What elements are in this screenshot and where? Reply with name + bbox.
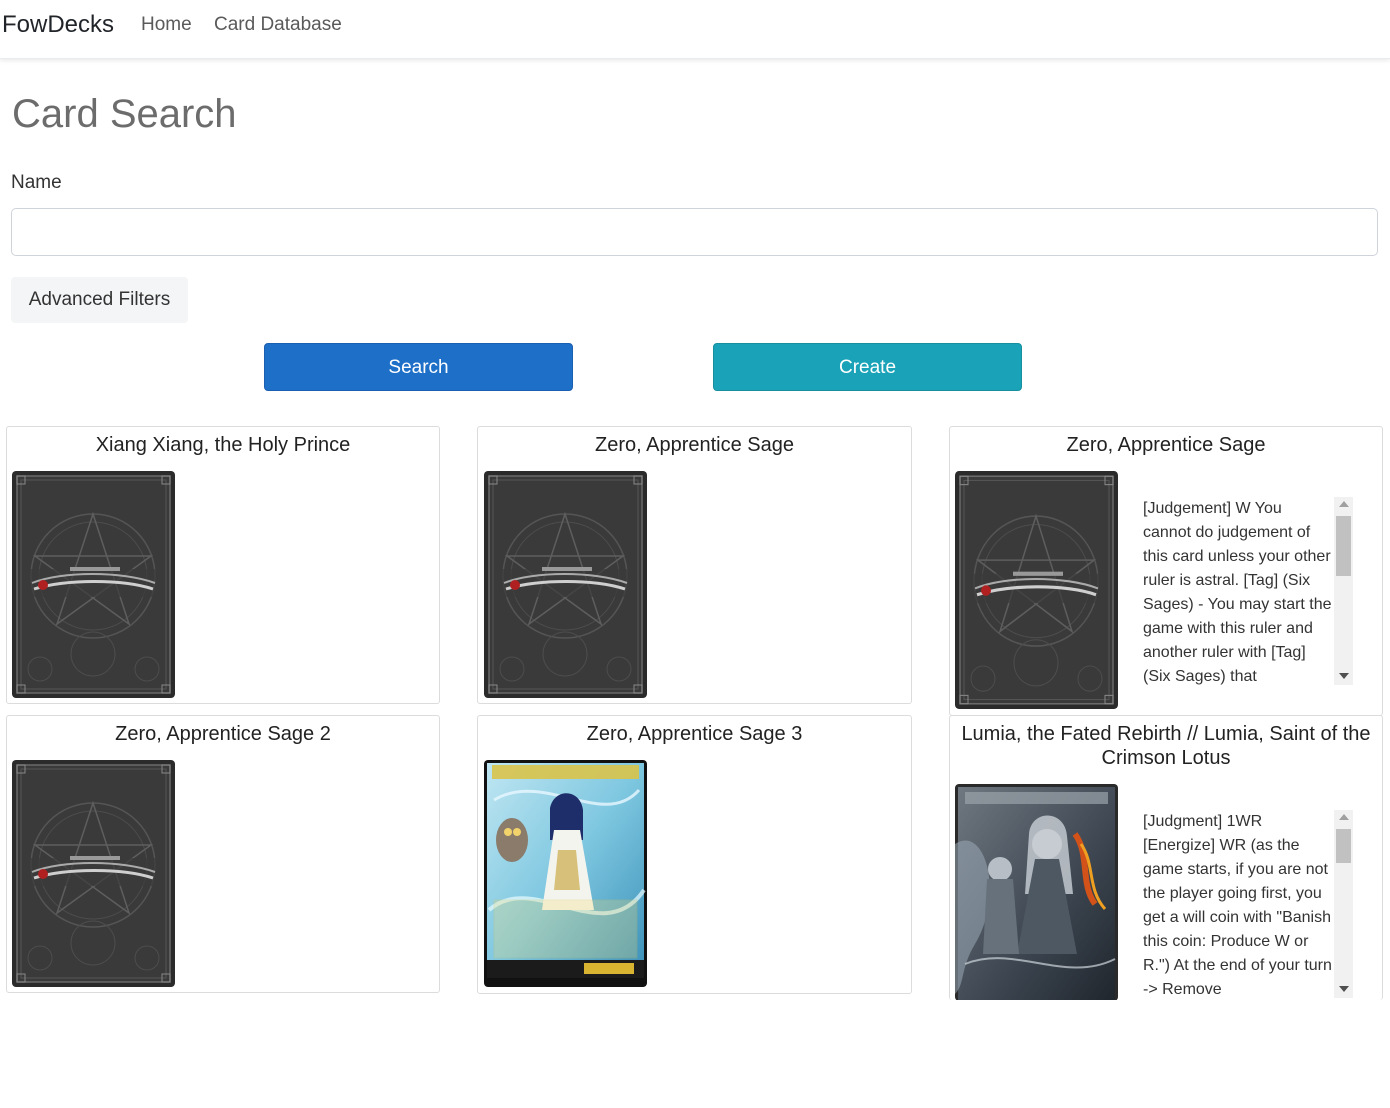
card-ability-text[interactable]: [Judgment] 1WR [Energize] WR (as the gam… — [1143, 810, 1353, 998]
card-art-image[interactable] — [484, 760, 647, 987]
page-title: Card Search — [12, 92, 237, 136]
card-result[interactable]: Xiang Xiang, the Holy Prince — [6, 426, 440, 704]
card-title[interactable]: Xiang Xiang, the Holy Prince — [7, 433, 439, 457]
scroll-down-arrow-icon[interactable] — [1339, 986, 1349, 992]
scrollbar-thumb[interactable] — [1336, 829, 1351, 863]
nav-link-home[interactable]: Home — [141, 14, 192, 36]
card-title[interactable]: Zero, Apprentice Sage — [478, 433, 911, 457]
card-result[interactable]: Lumia, the Fated Rebirth // Lumia, Saint… — [949, 715, 1383, 1000]
card-art-image[interactable] — [955, 784, 1118, 1000]
card-ability-text[interactable]: [Judgement] W You cannot do judgement of… — [1143, 497, 1353, 685]
navbar: FowDecks Home Card Database — [0, 0, 1390, 59]
advanced-filters-button[interactable]: Advanced Filters — [11, 277, 188, 323]
card-back-image[interactable] — [12, 760, 175, 987]
scroll-up-arrow-icon[interactable] — [1339, 814, 1349, 820]
scrollbar-thumb[interactable] — [1336, 516, 1351, 576]
search-button[interactable]: Search — [264, 343, 573, 391]
name-search-input[interactable] — [11, 208, 1378, 256]
scrollbar[interactable] — [1334, 810, 1353, 998]
nav-link-card-database[interactable]: Card Database — [214, 14, 342, 36]
card-result[interactable]: Zero, Apprentice Sage — [477, 426, 912, 704]
card-result[interactable]: Zero, Apprentice Sage 2 — [6, 715, 440, 993]
card-back-image[interactable] — [955, 471, 1118, 709]
scroll-down-arrow-icon[interactable] — [1339, 673, 1349, 679]
card-ability-text-content: [Judgment] 1WR [Energize] WR (as the gam… — [1143, 813, 1332, 998]
card-result[interactable]: Zero, Apprentice Sage 3 — [477, 715, 912, 994]
card-back-image[interactable] — [484, 471, 647, 698]
card-ability-text-content: [Judgement] W You cannot do judgement of… — [1143, 500, 1332, 685]
create-button[interactable]: Create — [713, 343, 1022, 391]
scroll-up-arrow-icon[interactable] — [1339, 501, 1349, 507]
card-title[interactable]: Zero, Apprentice Sage — [950, 433, 1382, 457]
card-back-image[interactable] — [12, 471, 175, 698]
name-label: Name — [11, 172, 62, 193]
card-result[interactable]: Zero, Apprentice Sage [Judgement] W You … — [949, 426, 1383, 716]
card-title[interactable]: Lumia, the Fated Rebirth // Lumia, Saint… — [950, 722, 1382, 770]
card-title[interactable]: Zero, Apprentice Sage 2 — [7, 722, 439, 746]
brand-logo[interactable]: FowDecks — [2, 11, 114, 39]
scrollbar[interactable] — [1334, 497, 1353, 685]
card-title[interactable]: Zero, Apprentice Sage 3 — [478, 722, 911, 746]
